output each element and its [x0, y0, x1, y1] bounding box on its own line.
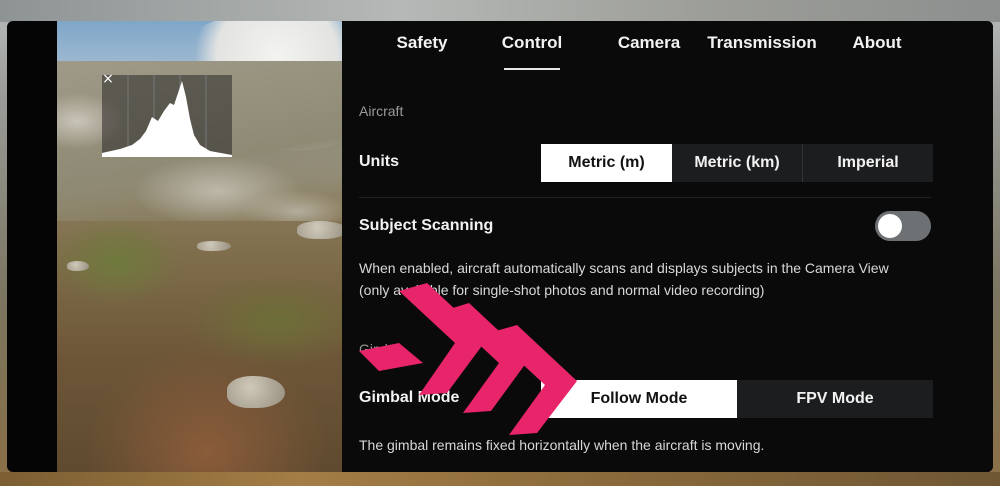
arrow-shaft — [359, 343, 423, 371]
background-blur-bottom — [0, 472, 1000, 486]
annotation-arrows — [359, 283, 577, 435]
background-blur-top — [0, 0, 1000, 22]
tablet-screen: × Safety Control Camera Transmission Abo… — [7, 21, 993, 472]
